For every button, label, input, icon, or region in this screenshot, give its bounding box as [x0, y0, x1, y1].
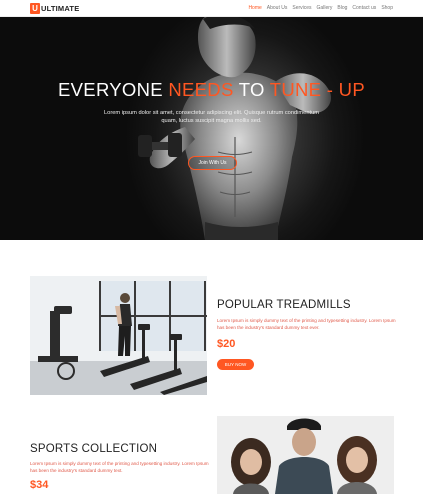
hero-title-part2: TO [233, 79, 270, 100]
join-with-us-button[interactable]: Join With Us [188, 156, 237, 170]
treadmills-title: POPULAR TREADMILLS [217, 299, 351, 311]
logo-text: ULTIMATE [41, 4, 80, 13]
nav-item-services[interactable]: Services [292, 5, 311, 11]
treadmill-gym-image [30, 276, 207, 395]
hero-title-highlight2: TUNE - UP [269, 79, 365, 100]
hero-title: EVERYONE NEEDS TO TUNE - UP [0, 79, 423, 101]
nav-item-shop[interactable]: Shop [381, 5, 393, 11]
nav-item-home[interactable]: Home [248, 5, 261, 11]
navbar: U ULTIMATE Home About Us Services Galler… [0, 0, 423, 17]
hero-title-highlight: NEEDS [168, 79, 234, 100]
hero-subtitle: Lorem ipsum dolor sit amet, consectetur … [104, 110, 319, 124]
sports-collection-price: $34 [30, 479, 49, 491]
logo-mark: U [30, 3, 40, 14]
sports-collection-image [217, 416, 394, 494]
logo[interactable]: U ULTIMATE [30, 3, 79, 14]
sports-collection-description: Lorem Ipsum is simply dummy text of the … [30, 461, 209, 473]
sports-collection-illustration [217, 416, 394, 494]
sports-collection-title: SPORTS COLLECTION [30, 443, 158, 455]
treadmill-gym-illustration [30, 276, 207, 395]
nav-item-about-us[interactable]: About Us [267, 5, 288, 11]
treadmills-price: $20 [217, 338, 236, 350]
hero-title-part1: EVERYONE [58, 79, 169, 100]
hero-athlete-image [138, 17, 331, 240]
nav-item-contact-us[interactable]: Contact us [352, 5, 376, 11]
nav-item-gallery[interactable]: Gallery [317, 5, 333, 11]
nav-item-blog[interactable]: Blog [337, 5, 347, 11]
treadmills-description: Lorem Ipsum is simply dummy text of the … [217, 318, 396, 330]
main-menu: Home About Us Services Gallery Blog Cont… [248, 5, 393, 11]
hero-banner: EVERYONE NEEDS TO TUNE - UP Lorem ipsum … [0, 17, 423, 240]
buy-now-button[interactable]: BUY NOW [217, 359, 254, 370]
